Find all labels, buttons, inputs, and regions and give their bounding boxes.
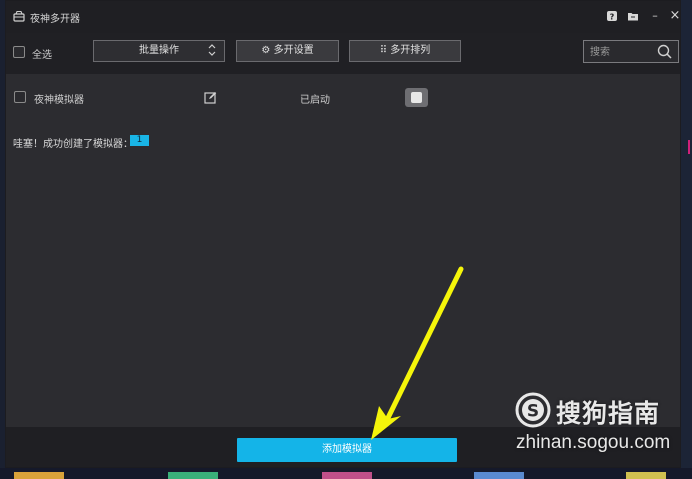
multi-instance-arrange-button[interactable]: ⠿ 多开排列	[349, 40, 461, 62]
search-icon[interactable]	[657, 44, 672, 59]
watermark-brand: 搜狗指南	[556, 399, 661, 428]
desktop-background-right	[681, 0, 692, 479]
sogou-logo-icon: S	[515, 392, 551, 428]
svg-text:?: ?	[610, 13, 615, 22]
close-button[interactable]: ×	[668, 9, 682, 23]
help-icon[interactable]: ?	[605, 9, 619, 23]
edit-icon[interactable]	[204, 91, 217, 104]
taskbar-thumbnail[interactable]	[626, 472, 666, 479]
watermark-url: zhinan.sogou.com	[516, 432, 671, 453]
folder-icon[interactable]	[626, 9, 640, 23]
success-message: 哇塞！成功创建了模拟器：	[13, 139, 133, 150]
svg-text:S: S	[527, 402, 539, 422]
updown-chevron-icon	[208, 41, 216, 61]
emulator-status: 已启动	[300, 95, 330, 106]
window-title: 夜神多开器	[30, 14, 80, 25]
select-all-label: 全选	[32, 50, 52, 61]
minimize-button[interactable]: –	[648, 9, 662, 23]
select-all-checkbox[interactable]	[13, 46, 25, 58]
app-logo-icon	[13, 10, 25, 22]
created-count-badge: 1	[130, 135, 149, 146]
batch-operation-dropdown[interactable]: 批量操作	[93, 40, 225, 62]
toolbar: 全选 批量操作 ⚙ 多开设置 ⠿ 多开排列	[6, 33, 680, 74]
taskbar-thumbnail[interactable]	[322, 472, 372, 479]
stop-emulator-button[interactable]	[405, 88, 428, 107]
emulator-list: 夜神模拟器 已启动 哇塞！成功创建了模拟器： 1	[6, 74, 680, 427]
emulator-checkbox[interactable]	[14, 91, 26, 103]
emulator-name: 夜神模拟器	[34, 95, 84, 106]
search-input[interactable]	[588, 43, 658, 62]
batch-operation-label: 批量操作	[139, 45, 179, 56]
taskbar-thumbnail[interactable]	[474, 472, 524, 479]
add-emulator-button[interactable]: 添加模拟器	[237, 438, 457, 462]
taskbar-thumbnail[interactable]	[14, 472, 64, 479]
search-box	[583, 40, 679, 63]
title-bar[interactable]: 夜神多开器 ? – ×	[6, 1, 680, 33]
taskbar-thumbnail[interactable]	[168, 472, 218, 479]
list-item: 夜神模拟器 已启动	[6, 82, 680, 112]
stop-square-icon	[411, 92, 422, 103]
multi-instance-settings-button[interactable]: ⚙ 多开设置	[236, 40, 339, 62]
